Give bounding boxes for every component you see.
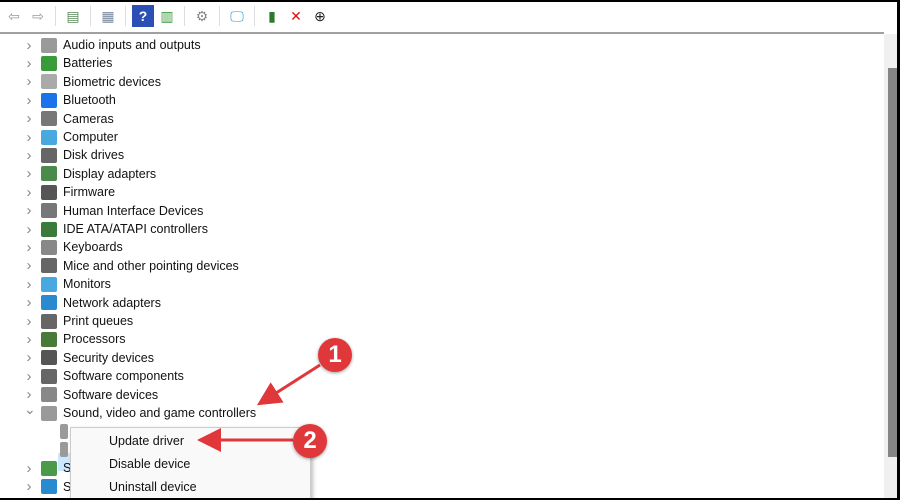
arrow-1 [256,363,321,406]
step-badge-2: 2 [293,424,327,458]
step-badge-1: 1 [318,338,352,372]
annotation-arrows [197,363,321,452]
